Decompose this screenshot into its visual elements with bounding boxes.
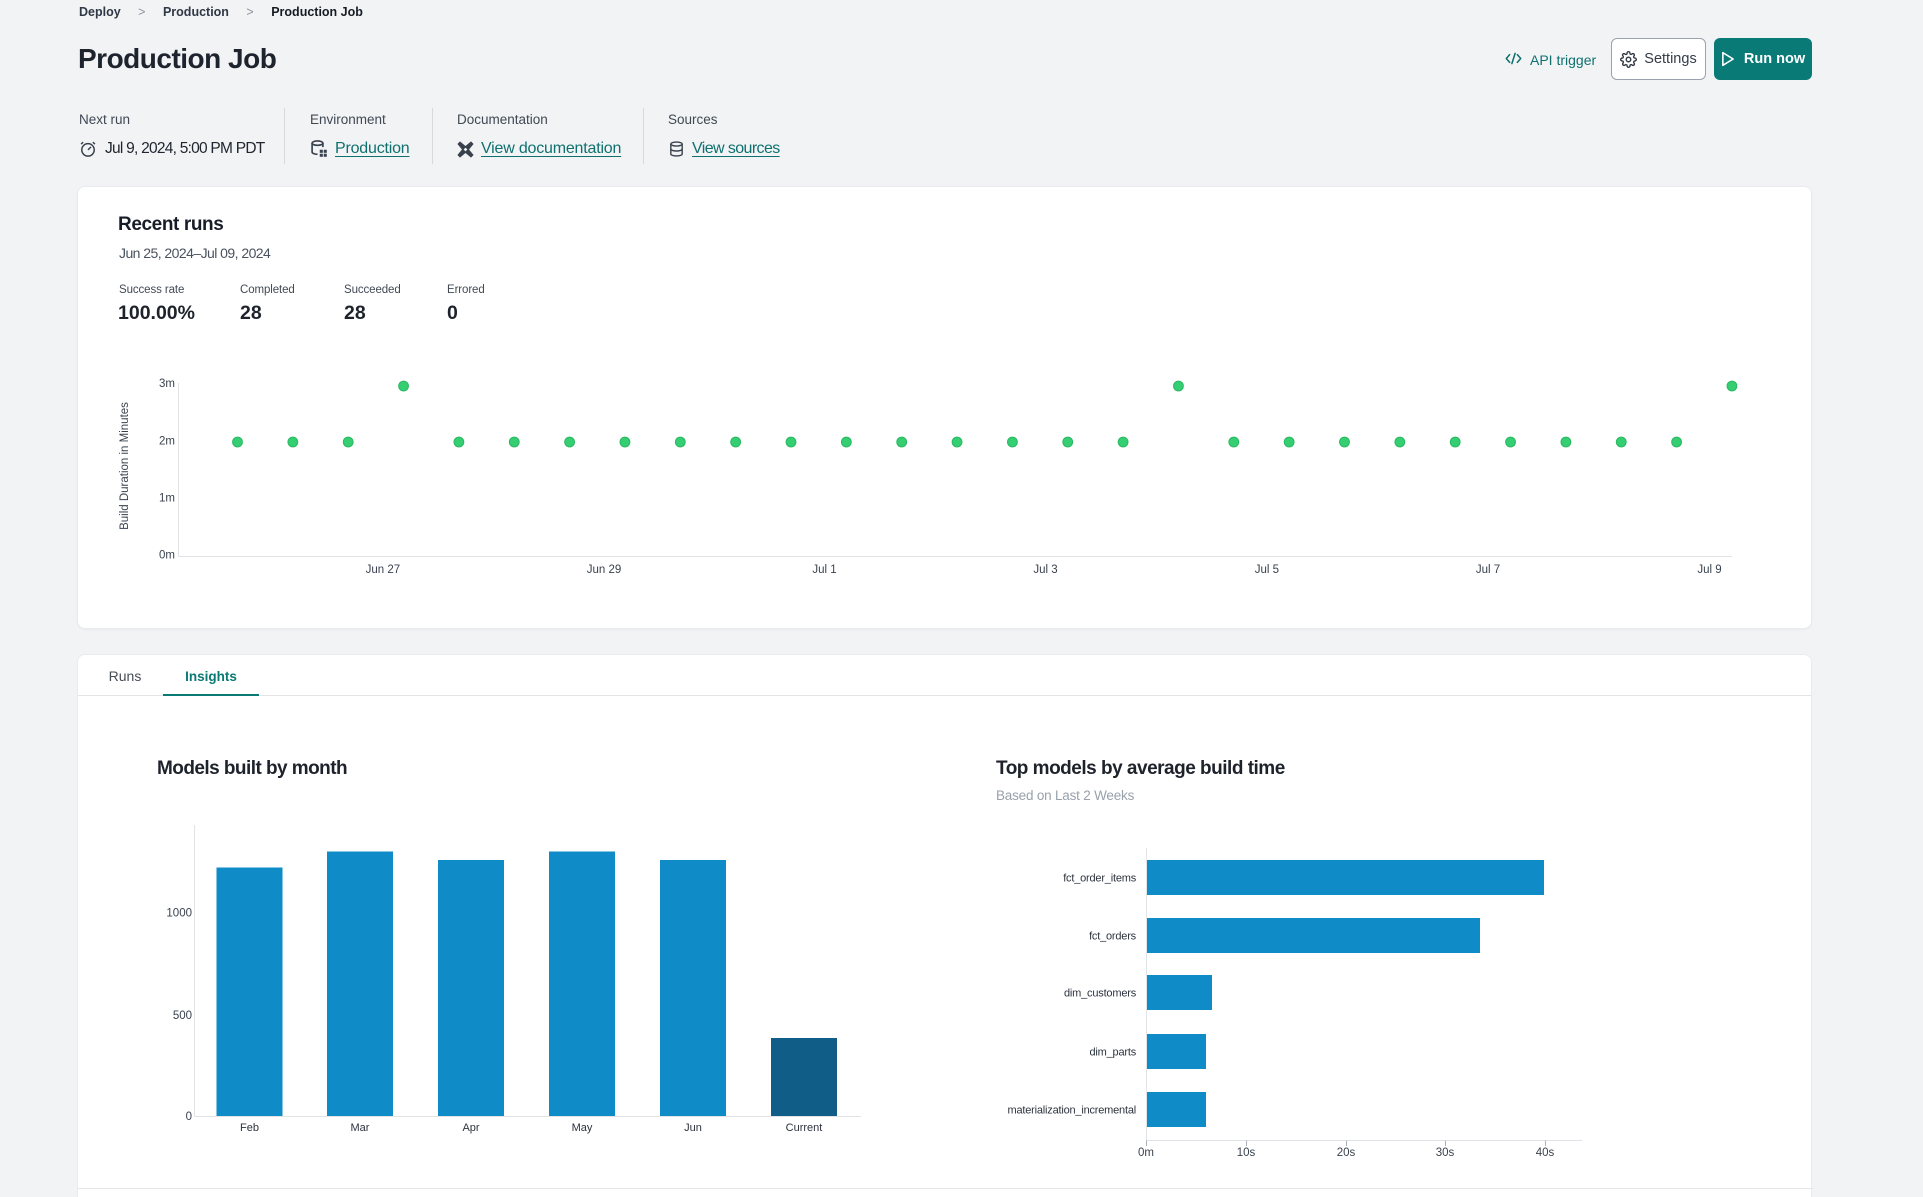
svg-text:materialization_incremental: materialization_incremental: [1008, 1105, 1137, 1117]
svg-text:Jul 7: Jul 7: [1476, 564, 1500, 576]
svg-text:2m: 2m: [159, 436, 175, 448]
svg-text:fct_orders: fct_orders: [1089, 931, 1137, 943]
svg-text:40s: 40s: [1536, 1147, 1555, 1159]
svg-text:0m: 0m: [1138, 1147, 1154, 1159]
svg-text:0: 0: [186, 1111, 192, 1123]
svg-text:dim_parts: dim_parts: [1090, 1047, 1137, 1059]
svg-text:Build Duration in Minutes: Build Duration in Minutes: [119, 402, 131, 530]
svg-text:Current: Current: [786, 1122, 823, 1134]
svg-text:Jun 29: Jun 29: [587, 564, 622, 576]
svg-text:3m: 3m: [159, 378, 175, 390]
svg-text:1m: 1m: [159, 493, 175, 505]
svg-text:Apr: Apr: [462, 1122, 479, 1134]
svg-text:Jul 1: Jul 1: [812, 564, 836, 576]
svg-text:Jul 3: Jul 3: [1033, 564, 1057, 576]
svg-text:500: 500: [173, 1010, 192, 1022]
svg-text:fct_order_items: fct_order_items: [1063, 873, 1137, 885]
svg-text:10s: 10s: [1237, 1147, 1256, 1159]
svg-text:Jun: Jun: [684, 1122, 702, 1134]
svg-text:Mar: Mar: [351, 1122, 370, 1134]
svg-text:Jul 9: Jul 9: [1697, 564, 1721, 576]
svg-text:Feb: Feb: [240, 1122, 259, 1134]
svg-text:Jun 27: Jun 27: [366, 564, 401, 576]
svg-text:Jul 5: Jul 5: [1255, 564, 1279, 576]
svg-text:dim_customers: dim_customers: [1064, 988, 1137, 1000]
svg-text:0m: 0m: [159, 550, 175, 562]
svg-text:1000: 1000: [166, 908, 192, 920]
svg-text:30s: 30s: [1436, 1147, 1455, 1159]
svg-text:20s: 20s: [1337, 1147, 1356, 1159]
svg-text:May: May: [572, 1122, 593, 1134]
